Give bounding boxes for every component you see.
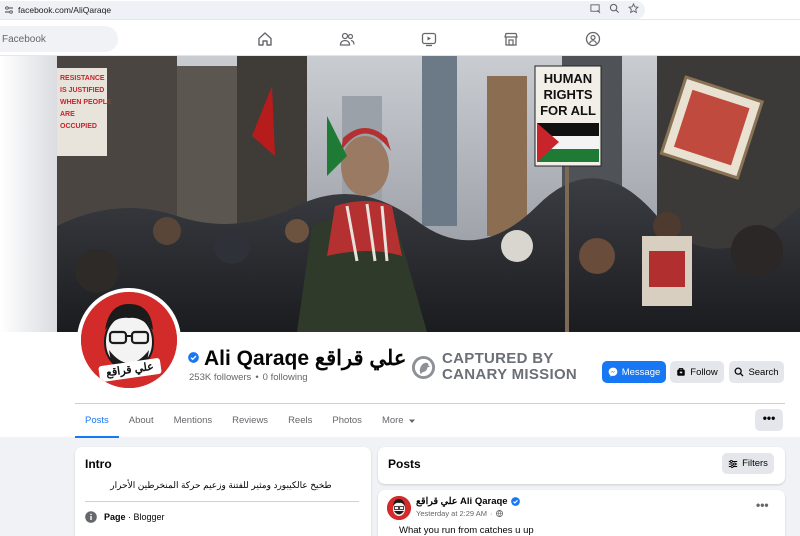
left-sign-line-1: RESISTANCE [60,75,105,82]
post-time-text[interactable]: Yesterday at 2:29 AM [416,509,487,518]
video-icon[interactable] [416,28,442,50]
stats-separator: • [255,372,259,383]
following-link[interactable]: 0 following [263,372,308,383]
page-category-label: Page [104,512,126,522]
verified-badge-icon [188,352,199,363]
zoom-icon[interactable] [609,3,620,14]
site-settings-icon[interactable] [4,5,14,15]
follow-button[interactable]: Follow [670,361,724,383]
filters-button[interactable]: Filters [722,453,774,474]
intro-bio: طخيخ عالكيبورد ومثير للفتنة وزعيم حركة ا… [110,480,332,490]
cover-sign-line-1: HUMAN [544,71,592,86]
follow-icon [677,368,686,376]
globe-icon [495,510,503,517]
tab-about[interactable]: About [119,404,164,437]
home-icon[interactable] [252,28,278,50]
info-icon [85,511,97,523]
follow-button-label: Follow [690,366,718,378]
cover-side-fade [0,56,60,332]
chevron-down-icon [408,419,415,423]
tab-posts[interactable]: Posts [75,404,119,438]
intro-divider [85,501,359,502]
page-title: Ali Qaraqe علي قراقع [204,347,407,370]
profile-tabs: Posts About Mentions Reviews Reels Photo… [75,404,426,438]
post-text: What you run from catches u up [399,525,534,536]
canary-mission-watermark: CAPTURED BY CANARY MISSION [411,351,577,383]
search-page-button[interactable]: Search [729,361,784,383]
left-sign-line-4: ARE [60,111,75,118]
left-sign-line-2: IS JUSTIFIED [60,87,104,94]
marketplace-icon[interactable] [498,28,524,50]
followers-link[interactable]: 253K followers [189,372,251,383]
post-time-separator: · [490,509,493,518]
url-text[interactable]: facebook.com/AliQaraqe [18,5,111,15]
left-sign-line-5: OCCUPIED [60,123,97,130]
filters-button-label: Filters [742,458,768,469]
posts-title: Posts [388,457,421,471]
cover-photo[interactable]: HUMAN RIGHTS FOR ALL RESISTANCE IS JUSTI… [57,56,800,332]
protest-cover-illustration: HUMAN RIGHTS FOR ALL RESISTANCE IS JUSTI… [57,56,800,332]
filters-icon [728,459,738,468]
search-button-label: Search [748,366,779,378]
post-avatar-portrait [387,496,411,520]
canary-bird-icon [411,355,436,379]
facebook-search-input[interactable] [0,26,118,52]
facebook-top-nav [0,20,800,56]
groups-icon[interactable] [580,28,606,50]
tab-reels[interactable]: Reels [278,404,322,437]
more-options-button[interactable]: ••• [755,409,783,431]
post-timestamp: Yesterday at 2:29 AM · [416,509,503,518]
post-author-name[interactable]: علي قراقع Ali Qaraqe [416,496,508,507]
message-button-label: Message [621,366,661,378]
post-menu-button[interactable]: ••• [756,498,769,512]
tab-photos[interactable]: Photos [322,404,372,437]
post-author[interactable]: علي قراقع Ali Qaraqe [416,496,520,507]
follower-stats: 253K followers • 0 following [189,372,308,383]
search-icon [734,367,744,377]
watermark-line-2: CANARY MISSION [442,366,578,383]
watermark-line-1: CAPTURED BY [442,350,554,367]
profile-picture-image: علي قراقع [81,292,177,388]
install-app-icon[interactable] [590,3,601,14]
verified-badge-icon [510,497,520,506]
profile-picture[interactable]: علي قراقع [77,288,181,392]
browser-url-bar: facebook.com/AliQaraqe [0,0,800,20]
tab-more[interactable]: More [372,404,426,437]
messenger-icon [608,367,618,377]
post-author-avatar[interactable] [387,496,411,520]
bookmark-star-icon[interactable] [628,3,639,14]
friends-icon[interactable] [334,28,360,50]
message-button[interactable]: Message [602,361,666,383]
tab-mentions[interactable]: Mentions [164,404,223,437]
intro-card: Intro طخيخ عالكيبورد ومثير للفتنة وزعيم … [75,447,371,536]
posts-header-card: Posts Filters [378,447,785,484]
tab-more-label: More [381,415,404,426]
cover-sign-line-3: FOR ALL [540,103,596,118]
post-card: علي قراقع Ali Qaraqe Yesterday at 2:29 A… [378,490,785,536]
page-category-value: · Blogger [125,512,165,522]
left-sign-line-3: WHEN PEOPLE [60,99,112,106]
tab-reviews[interactable]: Reviews [222,404,278,437]
page-category: Page · Blogger [104,512,165,522]
address-field[interactable]: facebook.com/AliQaraqe [0,1,645,19]
intro-title: Intro [85,457,112,471]
cover-sign-line-2: RIGHTS [543,87,592,102]
